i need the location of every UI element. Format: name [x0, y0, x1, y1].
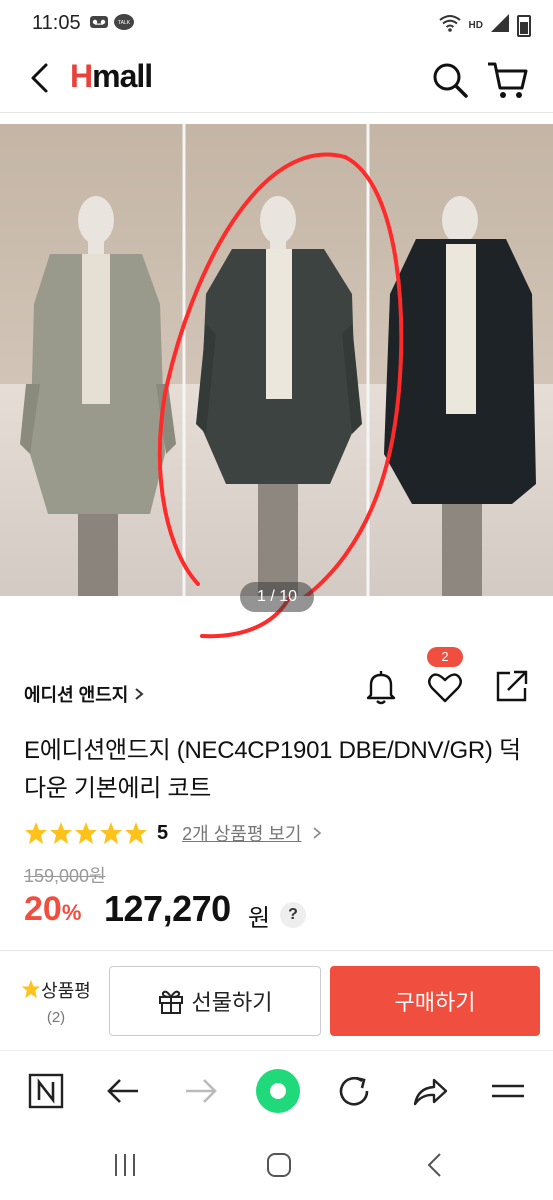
rating-row: 5 2개 상품평 보기	[24, 820, 324, 846]
menu-icon[interactable]	[488, 1071, 528, 1111]
review-link[interactable]: 2개 상품평 보기	[182, 820, 301, 846]
review-tab-label: 상품평	[14, 977, 98, 1003]
system-icons: HD	[438, 14, 531, 37]
hmall-logo[interactable]: Hmall	[70, 58, 153, 95]
product-title: E에디션앤드지 (NEC4CP1901 DBE/DNV/GR) 덕다운 기본에리…	[24, 737, 521, 802]
star-icon	[125, 822, 147, 844]
price-unit: 원	[248, 905, 271, 932]
notification-icons: TALK	[90, 14, 134, 37]
home-icon[interactable]	[264, 1150, 294, 1180]
talk-icon: TALK	[114, 14, 134, 37]
buy-button[interactable]: 구매하기	[330, 966, 540, 1036]
battery-icon	[517, 14, 531, 37]
rating-score: 5	[157, 821, 169, 844]
star-icon	[100, 822, 122, 844]
share-arrow-icon[interactable]	[410, 1071, 450, 1111]
gift-button[interactable]: 선물하기	[109, 966, 321, 1036]
back-arrow-icon[interactable]	[26, 62, 58, 94]
refresh-icon[interactable]	[334, 1071, 374, 1111]
status-bar: 11:05 TALK HD	[0, 0, 553, 48]
forward-arrow-icon[interactable]	[180, 1071, 220, 1111]
cart-icon[interactable]	[485, 58, 529, 102]
chevron-right-icon	[135, 688, 144, 700]
voicemail-icon	[90, 14, 108, 37]
share-icon[interactable]	[494, 668, 530, 704]
svg-text:TALK: TALK	[118, 20, 131, 26]
review-tab-count: (2)	[46, 1009, 66, 1026]
heart-icon[interactable]	[426, 668, 464, 706]
brand-link[interactable]: 에디션 앤드지	[24, 681, 145, 707]
green-dot-icon[interactable]	[254, 1067, 302, 1115]
review-tab[interactable]: 상품평 (2)	[14, 977, 98, 1026]
original-price: 159,000원	[24, 866, 106, 886]
brand-name: 에디션 앤드지	[24, 685, 129, 705]
price-help-icon[interactable]: ?	[280, 902, 306, 928]
back-icon[interactable]	[420, 1150, 450, 1180]
star-rating	[24, 821, 149, 845]
purchase-bar: 상품평 (2) 선물하기 구매하기	[0, 951, 553, 1048]
review-tab-text: 상품평	[41, 981, 91, 1001]
discount-unit: %	[61, 900, 82, 925]
browser-toolbar	[0, 1050, 553, 1131]
discount-rate: 20%	[24, 890, 81, 929]
wifi-icon	[438, 14, 461, 37]
back-arrow-icon[interactable]	[104, 1071, 144, 1111]
discount-value: 20	[24, 890, 62, 928]
logo-h: H	[70, 58, 93, 94]
signal-icon	[491, 14, 509, 37]
search-icon[interactable]	[430, 60, 470, 100]
app-header: Hmall	[0, 48, 553, 113]
gift-icon	[158, 990, 183, 1014]
recent-apps-icon[interactable]	[110, 1150, 140, 1180]
naver-home-icon[interactable]	[26, 1071, 66, 1111]
star-icon	[21, 979, 41, 999]
bell-icon[interactable]	[362, 668, 400, 706]
gift-button-label: 선물하기	[191, 990, 273, 1015]
star-icon	[50, 822, 72, 844]
wishlist-count-badge: 2	[427, 647, 463, 667]
product-image-gallery[interactable]	[0, 124, 553, 596]
logo-text: mall	[92, 58, 153, 94]
sale-price: 127,270	[104, 888, 231, 929]
android-nav-bar	[0, 1130, 553, 1200]
star-icon	[75, 822, 97, 844]
chevron-right-icon	[312, 827, 321, 839]
product-photo	[0, 124, 553, 596]
star-icon	[25, 822, 47, 844]
buy-button-label: 구매하기	[394, 990, 476, 1015]
gallery-page-indicator: 1 / 10	[240, 582, 314, 612]
hd-voice-badge: HD	[468, 20, 483, 31]
status-time: 11:05	[32, 12, 81, 34]
